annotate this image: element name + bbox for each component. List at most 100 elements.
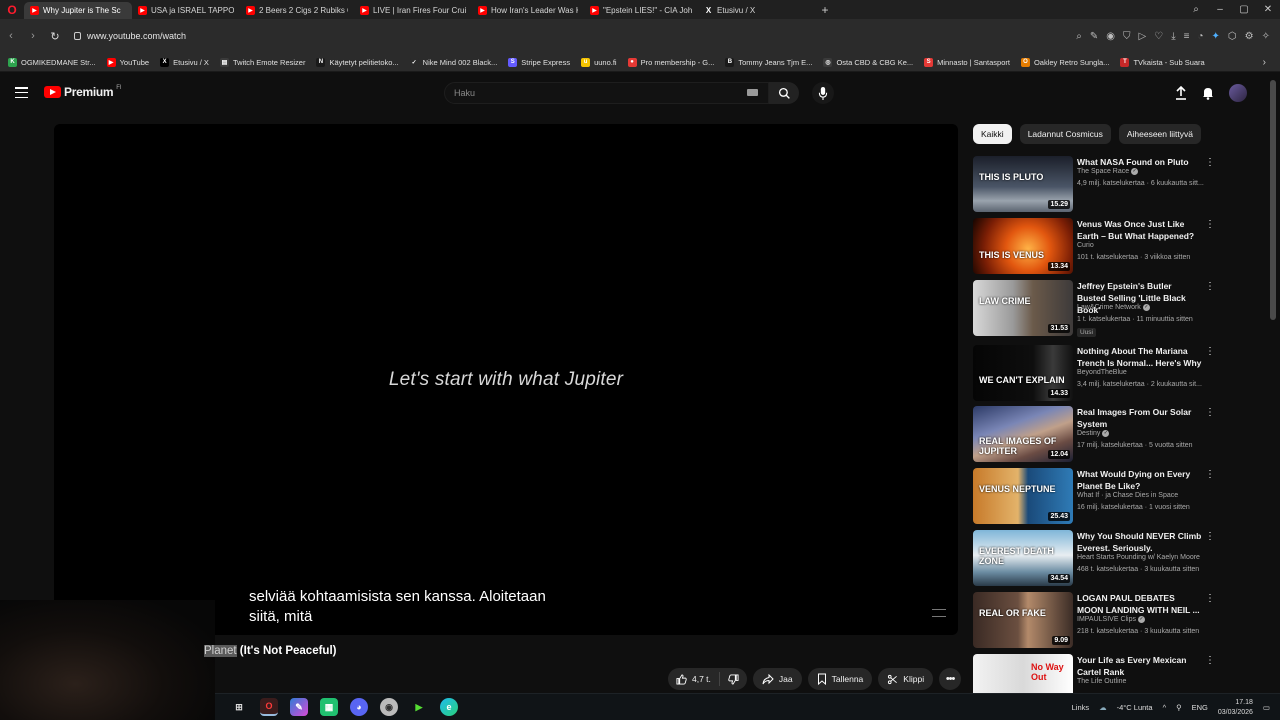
minimize-icon[interactable]: –	[1208, 4, 1232, 15]
task-view-icon[interactable]: ⊞	[230, 698, 248, 716]
discord-icon[interactable]: ◕	[350, 698, 368, 716]
bookmarks-overflow-icon[interactable]: ›	[1263, 57, 1266, 68]
url-text[interactable]: www.youtube.com/watch	[87, 31, 186, 41]
save-button[interactable]: Tallenna	[807, 668, 873, 690]
bookmark-item[interactable]: ◎ Osta CBD & CBG Ke...	[823, 57, 913, 67]
notifications-bell-icon[interactable]	[1202, 86, 1214, 100]
filter-chip[interactable]: Ladannut Cosmicus	[1019, 124, 1111, 144]
close-window-icon[interactable]: ✕	[1256, 4, 1280, 15]
video-thumbnail[interactable]: EVEREST DEATH ZONE 34.54	[973, 530, 1073, 586]
bookmark-item[interactable]: S Stripe Express	[508, 57, 570, 67]
channel-name[interactable]: Curio	[1077, 242, 1094, 249]
voice-search-button[interactable]	[812, 82, 834, 104]
more-vertical-icon[interactable]: ⋮	[1205, 470, 1215, 480]
video-thumbnail[interactable]: LAW CRIME 31.53	[973, 280, 1073, 336]
recommended-video-title[interactable]: Your Life as Every Mexican Cartel Rank	[1077, 654, 1202, 678]
page-scrollbar[interactable]	[1270, 80, 1276, 690]
more-vertical-icon[interactable]: ⋮	[1205, 532, 1215, 542]
share-button[interactable]: Jaa	[752, 668, 802, 690]
browser-tab[interactable]: ▶ How Iran's Leader Was Kil	[472, 2, 584, 19]
browser-tab[interactable]: ▶ Why Jupiter is The Sc	[24, 2, 132, 19]
video-player[interactable]: Let's start with what Jupiter selviää ko…	[54, 124, 958, 635]
tray-chevron-icon[interactable]: ^	[1163, 703, 1167, 712]
bookmark-item[interactable]: ✓ Nike Mind 002 Black...	[409, 57, 497, 67]
bookmark-item[interactable]: K OGMIKEDMANE Str...	[8, 57, 96, 67]
recommended-video-title[interactable]: What NASA Found on Pluto	[1077, 156, 1202, 168]
browser-tab[interactable]: ▶ 2 Beers 2 Cigs 2 Rubiks Cu	[240, 2, 354, 19]
recommended-video-title[interactable]: Real Images From Our Solar System	[1077, 406, 1202, 430]
hamburger-menu-icon[interactable]	[15, 87, 28, 98]
bookmark-item[interactable]: S Minnasto | Santasport	[924, 57, 1010, 67]
filter-chip[interactable]: Aiheeseen liittyvä	[1118, 124, 1201, 144]
reload-icon[interactable]: ↻	[44, 30, 66, 43]
heart-icon[interactable]: ♡	[1154, 31, 1163, 42]
forward-icon[interactable]: ›	[22, 30, 44, 42]
video-thumbnail[interactable]: THIS IS PLUTO 15.29	[973, 156, 1073, 212]
bookmark-item[interactable]: ● Pro membership - G...	[627, 57, 714, 67]
bookmark-item[interactable]: X Etusivu / X	[160, 57, 209, 67]
opera-icon[interactable]: O	[0, 0, 24, 19]
channel-name[interactable]: The Life Outline	[1077, 678, 1126, 685]
channel-name[interactable]: Heart Starts Pounding w/ Kaelyn Moore	[1077, 554, 1200, 561]
more-vertical-icon[interactable]: ⋮	[1205, 656, 1215, 666]
edit-icon[interactable]: ✎	[1090, 31, 1098, 42]
search-button[interactable]	[769, 82, 799, 104]
chat-app-icon[interactable]: ▦	[320, 698, 338, 716]
recommended-video[interactable]: VENUS NEPTUNE 25.43 What Would Dying on Ev…	[973, 468, 1223, 526]
settings-icon[interactable]: ⚙	[1245, 31, 1254, 42]
steam-icon[interactable]: ◉	[380, 698, 398, 716]
browser-tab[interactable]: ▶ LIVE | Iran Fires Four Cruis	[354, 2, 472, 19]
recommended-video-title[interactable]: Why You Should NEVER Climb Everest. Seri…	[1077, 530, 1202, 554]
bookmark-item[interactable]: O Oakley Retro Sungla...	[1020, 57, 1109, 67]
play-icon[interactable]: ▷	[1139, 31, 1147, 42]
avatar[interactable]	[1229, 84, 1247, 102]
dislike-button[interactable]	[720, 673, 747, 685]
channel-name[interactable]: IMPAULSIVE Clips ✓	[1077, 616, 1145, 623]
video-thumbnail[interactable]: VENUS NEPTUNE 25.43	[973, 468, 1073, 524]
maximize-icon[interactable]: ▢	[1232, 4, 1256, 15]
youtube-premium-logo[interactable]: Premium FI	[44, 85, 122, 99]
bookmark-item[interactable]: ▤ Twitch Emote Resizer	[219, 57, 305, 67]
keyboard-icon[interactable]	[747, 89, 758, 96]
lock-icon[interactable]	[74, 32, 81, 40]
cube-icon[interactable]: ⬡	[1228, 31, 1237, 42]
more-vertical-icon[interactable]: ⋮	[1205, 158, 1215, 168]
upload-icon[interactable]	[1175, 86, 1187, 100]
recommended-video[interactable]: EVEREST DEATH ZONE 34.54 Why You Should NE…	[973, 530, 1223, 588]
search-box[interactable]	[444, 82, 769, 104]
channel-name[interactable]: BeyondTheBlue	[1077, 369, 1127, 376]
network-icon[interactable]: ⚲	[1176, 703, 1182, 712]
account-icon[interactable]: ◔	[1197, 31, 1203, 42]
menu-icon[interactable]: ≡	[1184, 31, 1190, 42]
more-vertical-icon[interactable]: ⋮	[1205, 408, 1215, 418]
recommended-video[interactable]: REAL OR FAKE 9.09 LOGAN PAUL DEBATES MOON …	[973, 592, 1223, 650]
recommended-video[interactable]: REAL IMAGES OF JUPITER 12.04 Real Images F…	[973, 406, 1223, 464]
recommended-video-title[interactable]: What Would Dying on Every Planet Be Like…	[1077, 468, 1202, 492]
download-icon[interactable]: ⤓	[1171, 31, 1175, 42]
browser-tab[interactable]: X Etusivu / X	[698, 2, 816, 19]
video-thumbnail[interactable]: WE CAN'T EXPLAIN 14.33	[973, 345, 1073, 401]
video-thumbnail[interactable]: THIS IS VENUS 13.34	[973, 218, 1073, 274]
weather-text[interactable]: -4°C Lunta	[1117, 703, 1153, 712]
clip-button[interactable]: Klippi	[878, 668, 934, 690]
opera-taskbar-icon[interactable]: O	[260, 698, 278, 716]
browser-tab[interactable]: ▶ "Epstein LIES!" - CIA John	[584, 2, 698, 19]
recommended-video-title[interactable]: Venus Was Once Just Like Earth – But Wha…	[1077, 218, 1202, 242]
video-thumbnail[interactable]: REAL OR FAKE 9.09	[973, 592, 1073, 648]
search-tabs-icon[interactable]: ⌕	[1184, 4, 1208, 15]
new-tab-button[interactable]: +	[816, 3, 834, 17]
more-vertical-icon[interactable]: ⋮	[1205, 220, 1215, 230]
more-vertical-icon[interactable]: ⋮	[1205, 594, 1215, 604]
bookmark-item[interactable]: u uuno.fi	[581, 57, 617, 67]
browser-tab[interactable]: ▶ USA ja ISRAEL TAPPOIVAT	[132, 2, 240, 19]
weather-icon[interactable]: ☁	[1099, 703, 1107, 712]
clock[interactable]: 17.18 03/03/2026	[1218, 698, 1253, 718]
channel-name[interactable]: Destiny ✓	[1077, 430, 1110, 437]
recommended-video[interactable]: WE CAN'T EXPLAIN 14.33 Nothing About The M…	[973, 345, 1223, 403]
scrollbar-thumb[interactable]	[1270, 80, 1276, 320]
recommended-video[interactable]: THIS IS PLUTO 15.29 What NASA Found on Plu…	[973, 156, 1223, 214]
recommended-video-title[interactable]: LOGAN PAUL DEBATES MOON LANDING WITH NEI…	[1077, 592, 1202, 616]
channel-watermark-icon[interactable]	[932, 609, 946, 617]
bookmark-item[interactable]: B Tommy Jeans Tjm E...	[725, 57, 812, 67]
channel-name[interactable]: Law&Crime Network ✓	[1077, 304, 1150, 311]
